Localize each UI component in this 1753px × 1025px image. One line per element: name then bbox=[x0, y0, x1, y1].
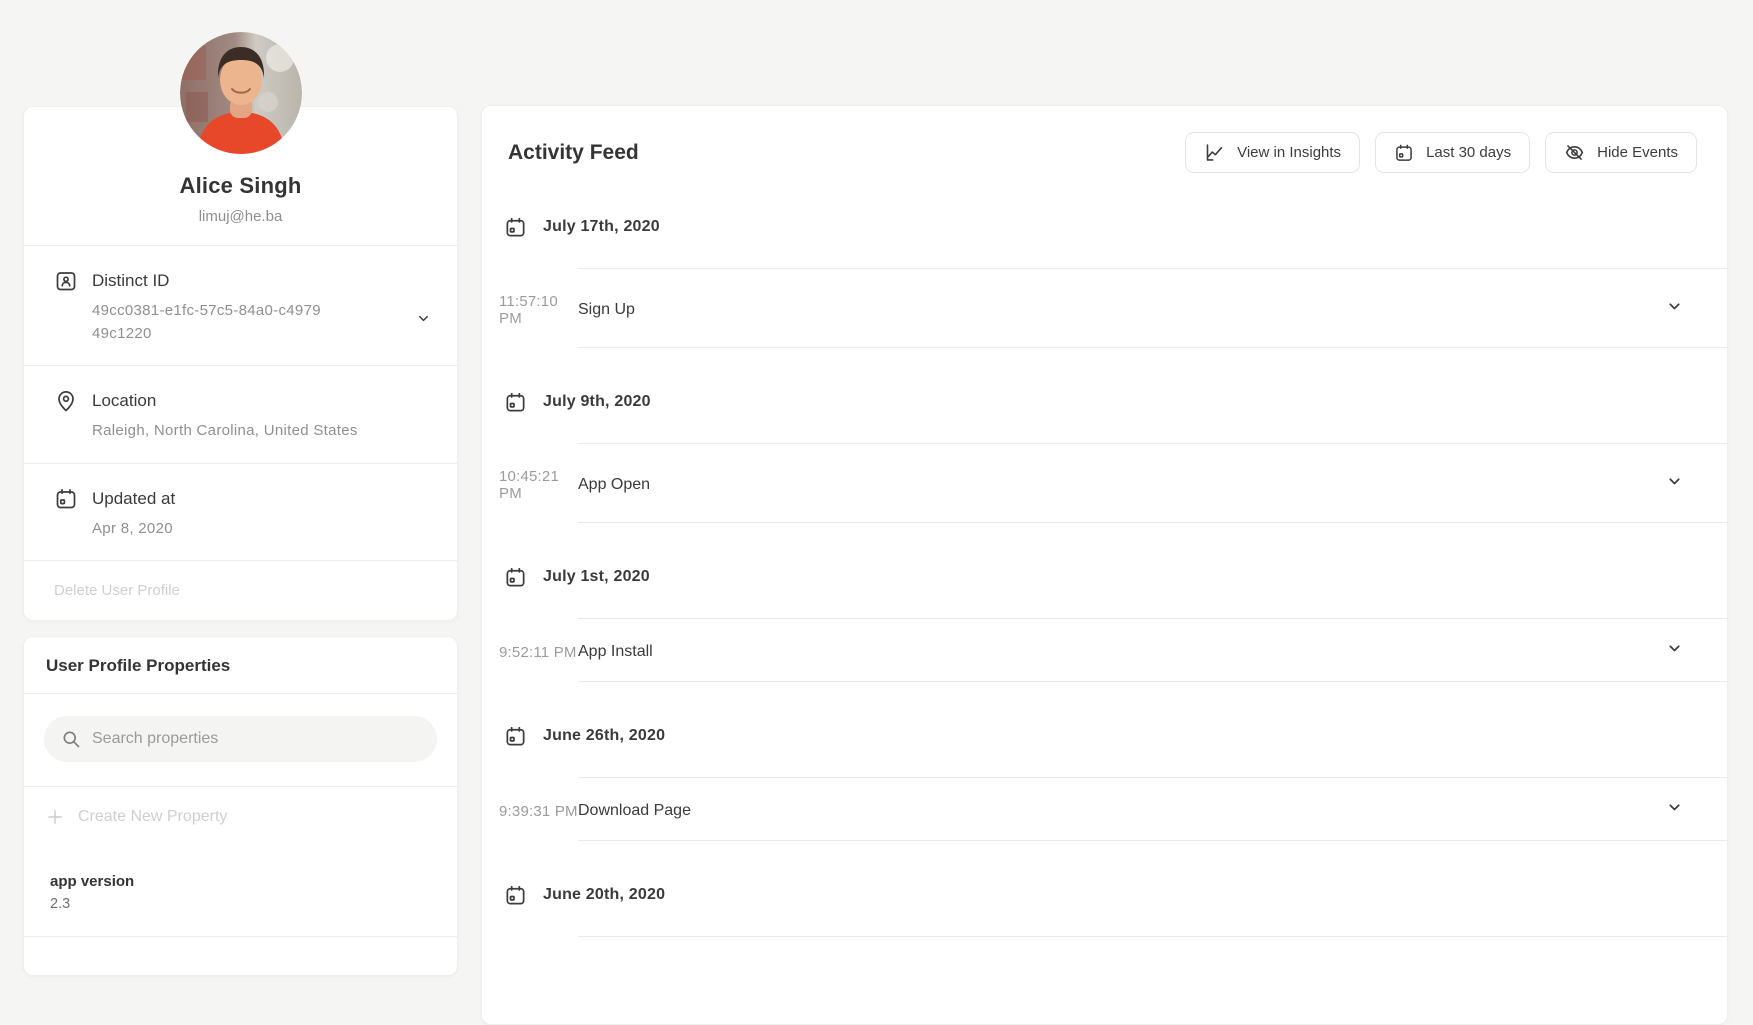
event-name: App Open bbox=[578, 476, 650, 494]
field-value: 49cc0381-e1fc-57c5-84a0-c497949c1220 bbox=[92, 300, 324, 345]
feed-day-group: July 9th, 2020 10:45:21 PM App Open bbox=[482, 390, 1727, 523]
event-time: 10:45:21 PM bbox=[499, 468, 578, 502]
avatar bbox=[180, 32, 302, 154]
activity-feed-title: Activity Feed bbox=[508, 139, 639, 167]
field-updated-at: Updated at Apr 8, 2020 bbox=[24, 464, 457, 561]
activity-feed-list: July 17th, 2020 11:57:10 PM Sign Up bbox=[482, 215, 1727, 937]
field-label: Distinct ID bbox=[92, 271, 169, 291]
event-row[interactable]: 11:57:10 PM Sign Up bbox=[482, 269, 1727, 347]
day-date: July 1st, 2020 bbox=[543, 568, 650, 586]
property-name: app version bbox=[50, 873, 431, 890]
chevron-down-icon[interactable] bbox=[416, 311, 431, 331]
divider bbox=[24, 693, 457, 694]
plus-icon bbox=[46, 808, 64, 826]
feed-day-group: June 20th, 2020 bbox=[482, 883, 1727, 937]
chevron-down-icon[interactable] bbox=[1666, 298, 1683, 320]
button-label: View in Insights bbox=[1237, 144, 1341, 161]
property-value: 2.3 bbox=[50, 896, 431, 912]
divider bbox=[578, 936, 1727, 937]
divider bbox=[578, 681, 1727, 682]
create-new-property-label: Create New Property bbox=[78, 808, 227, 826]
eye-off-icon bbox=[1564, 142, 1585, 163]
field-distinct-id: Distinct ID 49cc0381-e1fc-57c5-84a0-c497… bbox=[24, 246, 457, 365]
user-profile-properties-card: User Profile Properties Create New Prope… bbox=[23, 636, 458, 976]
day-date: June 26th, 2020 bbox=[543, 727, 665, 745]
calendar-icon bbox=[1394, 143, 1414, 163]
button-label: Last 30 days bbox=[1426, 144, 1511, 161]
feed-day-group: July 1st, 2020 9:52:11 PM App Install bbox=[482, 565, 1727, 682]
property-list-item[interactable]: app version 2.3 bbox=[24, 847, 457, 936]
chevron-down-icon[interactable] bbox=[1666, 473, 1683, 495]
event-name: Sign Up bbox=[578, 301, 635, 319]
search-properties-input[interactable] bbox=[44, 716, 437, 762]
event-name: App Install bbox=[578, 643, 653, 661]
divider bbox=[578, 840, 1727, 841]
button-label: Hide Events bbox=[1597, 144, 1678, 161]
search-properties bbox=[44, 716, 437, 762]
event-row[interactable]: 9:52:11 PM App Install bbox=[482, 619, 1727, 681]
field-value: Raleigh, North Carolina, United States bbox=[92, 420, 427, 443]
line-chart-icon bbox=[1204, 142, 1225, 163]
field-value: Apr 8, 2020 bbox=[92, 518, 427, 541]
profile-name: Alice Singh bbox=[44, 173, 437, 199]
field-location: Location Raleigh, North Carolina, United… bbox=[24, 366, 457, 463]
calendar-icon bbox=[504, 216, 527, 239]
user-profile-card: Alice Singh limuj@he.ba Distinct ID 49cc… bbox=[23, 106, 458, 621]
chevron-down-icon[interactable] bbox=[1666, 640, 1683, 662]
day-date: June 20th, 2020 bbox=[543, 886, 665, 904]
calendar-icon bbox=[54, 487, 78, 511]
profile-email: limuj@he.ba bbox=[44, 208, 437, 225]
divider bbox=[578, 347, 1727, 348]
event-time: 11:57:10 PM bbox=[499, 293, 578, 327]
activity-feed-card: Activity Feed View in Insights bbox=[481, 105, 1728, 1025]
event-time: 9:39:31 PM bbox=[499, 803, 578, 820]
calendar-icon bbox=[504, 725, 527, 748]
event-row[interactable]: 9:39:31 PM Download Page bbox=[482, 778, 1727, 840]
divider bbox=[578, 522, 1727, 523]
day-date: July 17th, 2020 bbox=[543, 218, 660, 236]
calendar-icon bbox=[504, 884, 527, 907]
create-new-property-button[interactable]: Create New Property bbox=[24, 787, 457, 847]
avatar-illustration bbox=[180, 32, 302, 154]
field-label: Location bbox=[92, 391, 156, 411]
field-label: Updated at bbox=[92, 489, 175, 509]
activity-header-buttons: View in Insights Last 30 days bbox=[1185, 132, 1697, 173]
search-icon bbox=[61, 729, 81, 754]
day-date: July 9th, 2020 bbox=[543, 393, 651, 411]
calendar-icon bbox=[504, 391, 527, 414]
delete-user-profile-button[interactable]: Delete User Profile bbox=[24, 561, 457, 620]
chevron-down-icon[interactable] bbox=[1666, 799, 1683, 821]
location-pin-icon bbox=[54, 389, 78, 413]
date-range-button[interactable]: Last 30 days bbox=[1375, 132, 1530, 173]
view-in-insights-button[interactable]: View in Insights bbox=[1185, 132, 1360, 173]
hide-events-button[interactable]: Hide Events bbox=[1545, 132, 1697, 173]
feed-day-group: July 17th, 2020 11:57:10 PM Sign Up bbox=[482, 215, 1727, 348]
event-time: 9:52:11 PM bbox=[499, 644, 578, 661]
event-row[interactable]: 10:45:21 PM App Open bbox=[482, 444, 1727, 522]
id-badge-icon bbox=[54, 269, 78, 293]
divider bbox=[24, 936, 457, 937]
feed-day-group: June 26th, 2020 9:39:31 PM Download Page bbox=[482, 724, 1727, 841]
calendar-icon bbox=[504, 566, 527, 589]
event-name: Download Page bbox=[578, 802, 691, 820]
properties-panel-title: User Profile Properties bbox=[24, 637, 457, 693]
